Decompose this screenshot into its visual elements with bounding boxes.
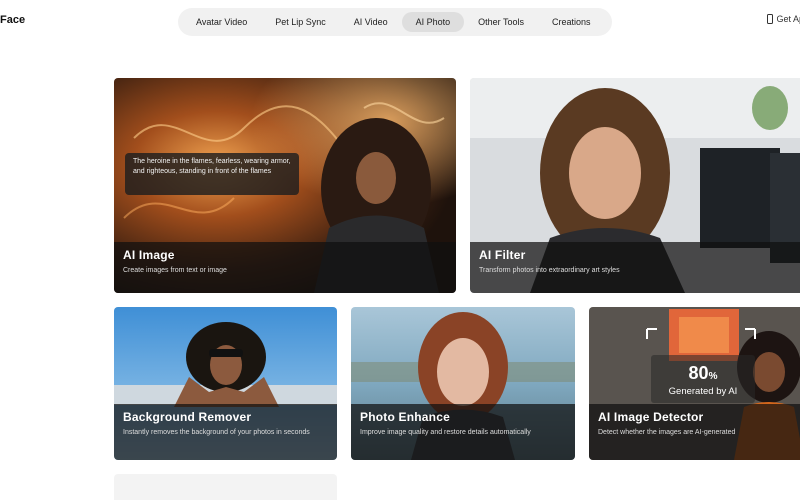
ai-image-prompt: The heroine in the flames, fearless, wea… — [125, 153, 299, 195]
card-ai-filter[interactable]: AI Filter Transform photos into extraord… — [470, 78, 800, 293]
photo-enhance-title: Photo Enhance — [360, 410, 450, 424]
detector-caption: AI Image Detector Detect whether the ima… — [589, 404, 800, 460]
ai-image-title: AI Image — [123, 248, 175, 262]
photo-enhance-caption: Photo Enhance Improve image quality and … — [351, 404, 575, 460]
nav-item-other-tools[interactable]: Other Tools — [464, 12, 538, 32]
get-app-link[interactable]: Get Ap — [767, 14, 800, 24]
badge-label: Generated by AI — [668, 386, 738, 397]
get-app-label: Get Ap — [776, 14, 800, 24]
ai-filter-title: AI Filter — [479, 248, 526, 262]
phone-icon — [767, 14, 774, 24]
ai-image-desc: Create images from text or image — [123, 267, 227, 274]
card-photo-enhance[interactable]: Photo Enhance Improve image quality and … — [351, 307, 575, 460]
nav-item-pet-lip-sync[interactable]: Pet Lip Sync — [261, 12, 340, 32]
nav-item-ai-video[interactable]: AI Video — [340, 12, 402, 32]
background-remover-title: Background Remover — [123, 410, 252, 424]
badge-percentage: 80% — [651, 363, 755, 384]
detector-title: AI Image Detector — [598, 410, 704, 424]
main-nav: Avatar Video Pet Lip Sync AI Video AI Ph… — [178, 8, 612, 36]
nav-item-ai-photo[interactable]: AI Photo — [401, 12, 465, 32]
ai-filter-desc: Transform photos into extraordinary art … — [479, 267, 620, 274]
ai-detection-badge: 80% Generated by AI — [651, 355, 755, 403]
ai-filter-caption: AI Filter Transform photos into extraord… — [470, 242, 800, 293]
nav-item-avatar-video[interactable]: Avatar Video — [182, 12, 261, 32]
ai-image-caption: AI Image Create images from text or imag… — [114, 242, 456, 293]
photo-enhance-desc: Improve image quality and restore detail… — [360, 429, 531, 436]
nav-item-creations[interactable]: Creations — [538, 12, 605, 32]
badge-value: 80 — [688, 363, 709, 383]
top-bar: Face Avatar Video Pet Lip Sync AI Video … — [0, 0, 800, 42]
card-next-placeholder[interactable] — [114, 474, 337, 500]
detector-desc: Detect whether the images are AI-generat… — [598, 429, 736, 436]
badge-unit: % — [708, 371, 718, 382]
background-remover-caption: Background Remover Instantly removes the… — [114, 404, 337, 460]
brand-logo[interactable]: Face — [0, 14, 25, 26]
background-remover-desc: Instantly removes the background of your… — [123, 429, 310, 436]
card-background-remover[interactable]: Background Remover Instantly removes the… — [114, 307, 337, 460]
